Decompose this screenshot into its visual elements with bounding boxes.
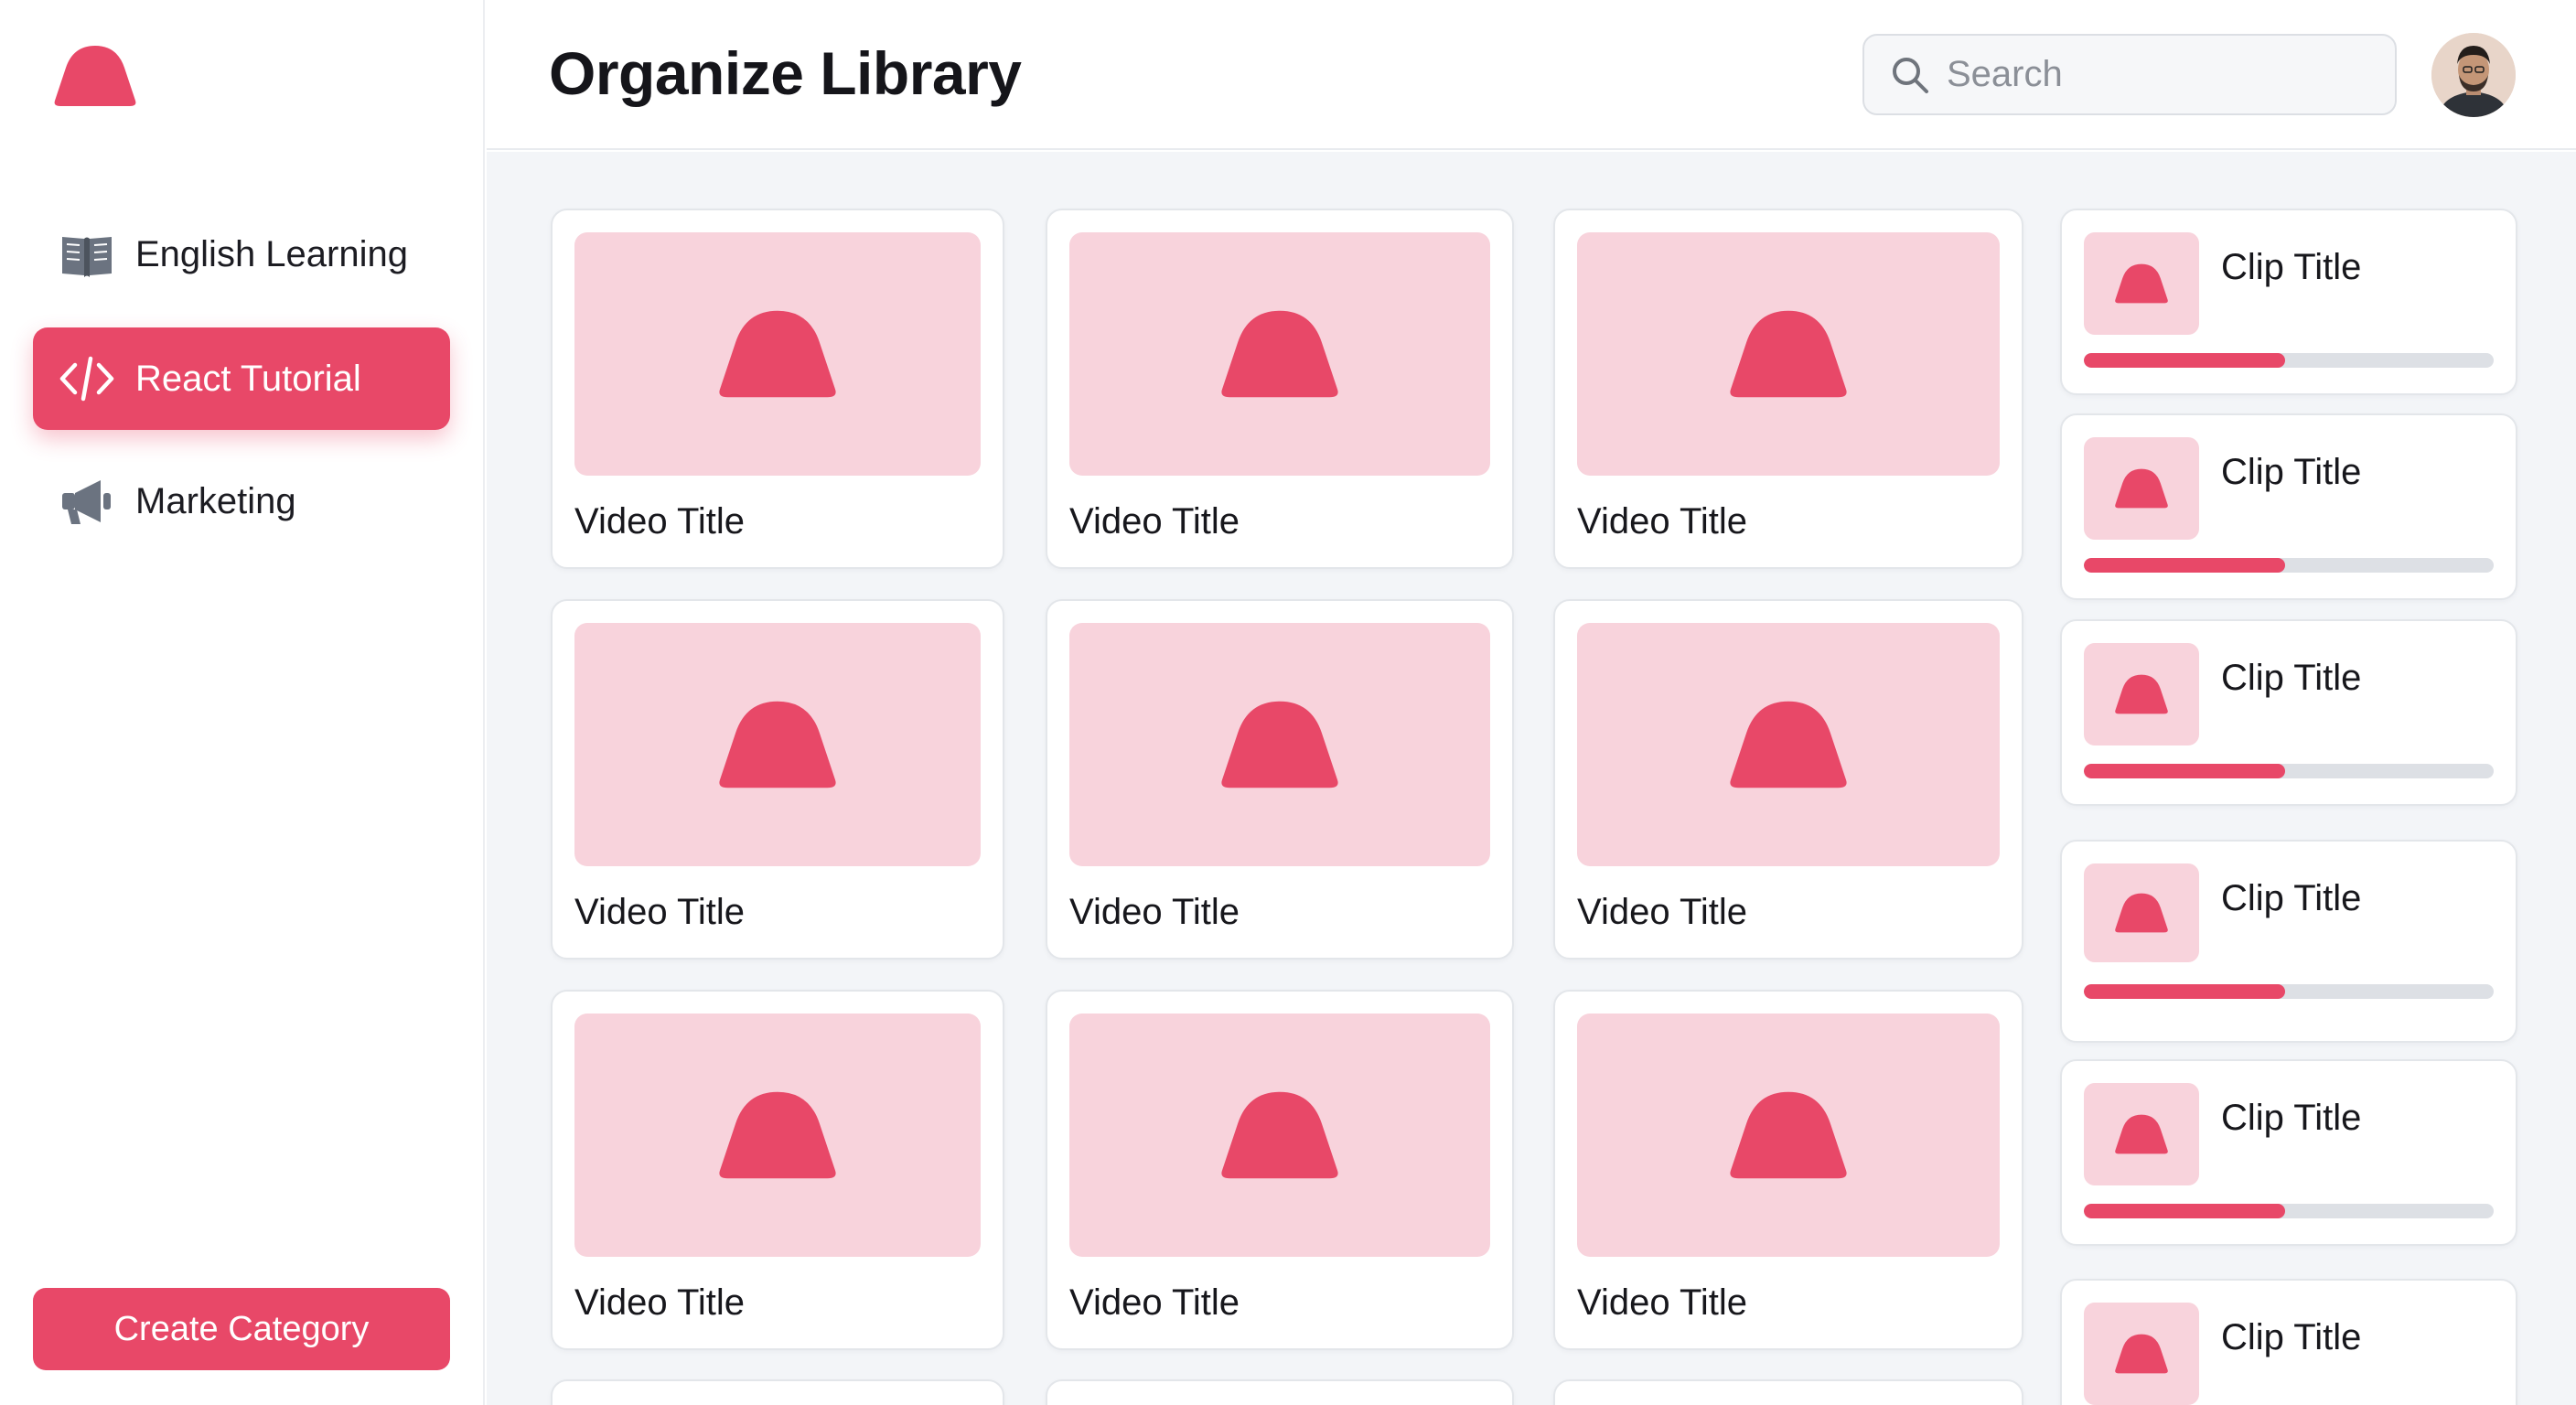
video-thumbnail bbox=[1069, 232, 1490, 476]
helmet-placeholder-icon bbox=[2115, 1334, 2168, 1374]
clip-card[interactable]: Clip Title bbox=[2060, 209, 2517, 395]
video-title: Video Title bbox=[1069, 1282, 1240, 1323]
video-card-partial[interactable] bbox=[1553, 1379, 2023, 1405]
helmet-placeholder-icon bbox=[2115, 263, 2168, 304]
video-thumbnail bbox=[1069, 1014, 1490, 1257]
search-icon bbox=[1888, 53, 1932, 97]
video-thumbnail bbox=[1577, 1014, 2000, 1257]
video-thumbnail bbox=[574, 1014, 981, 1257]
clip-progress-fill bbox=[2084, 353, 2285, 368]
video-title: Video Title bbox=[1069, 501, 1240, 542]
clip-thumbnail bbox=[2084, 643, 2199, 745]
clip-thumbnail bbox=[2084, 863, 2199, 962]
clip-progress-bar bbox=[2084, 558, 2494, 573]
video-card[interactable]: Video Title bbox=[1553, 599, 2023, 960]
video-title: Video Title bbox=[1577, 892, 1748, 932]
sidebar-item-react-tutorial[interactable]: React Tutorial bbox=[33, 327, 450, 430]
clip-thumbnail bbox=[2084, 1303, 2199, 1405]
video-card-partial[interactable] bbox=[1046, 1379, 1514, 1405]
video-card-partial[interactable] bbox=[551, 1379, 1004, 1405]
video-title: Video Title bbox=[1577, 1282, 1748, 1323]
video-card[interactable]: Video Title bbox=[1046, 990, 1514, 1350]
video-card[interactable]: Video Title bbox=[551, 599, 1004, 960]
clip-progress-bar bbox=[2084, 353, 2494, 368]
page-title: Organize Library bbox=[549, 39, 1022, 107]
clip-progress-fill bbox=[2084, 984, 2285, 999]
helmet-logo-icon[interactable] bbox=[49, 42, 141, 108]
create-category-button[interactable]: Create Category bbox=[33, 1288, 450, 1370]
sidebar-item-label: Marketing bbox=[135, 480, 296, 521]
sidebar: English Learning React Tutorial Marketin… bbox=[0, 0, 485, 1405]
clip-card[interactable]: Clip Title bbox=[2060, 413, 2517, 600]
avatar[interactable] bbox=[2431, 33, 2516, 117]
helmet-placeholder-icon bbox=[1221, 310, 1338, 398]
sidebar-item-label: React Tutorial bbox=[135, 358, 361, 399]
header: Organize Library bbox=[487, 0, 2576, 150]
video-title: Video Title bbox=[574, 892, 746, 932]
video-title: Video Title bbox=[1577, 501, 1748, 542]
video-thumbnail bbox=[574, 232, 981, 476]
open-book-icon bbox=[59, 226, 115, 283]
clip-title: Clip Title bbox=[2221, 1317, 2362, 1357]
helmet-placeholder-icon bbox=[719, 310, 836, 398]
search-box[interactable] bbox=[1862, 34, 2397, 115]
helmet-placeholder-icon bbox=[2115, 893, 2168, 933]
clip-title: Clip Title bbox=[2221, 658, 2362, 698]
helmet-placeholder-icon bbox=[719, 1091, 836, 1179]
sidebar-item-label: English Learning bbox=[135, 233, 408, 274]
video-card[interactable]: Video Title bbox=[1553, 209, 2023, 569]
clip-title: Clip Title bbox=[2221, 1098, 2362, 1138]
video-thumbnail bbox=[1577, 623, 2000, 866]
clip-thumbnail bbox=[2084, 1083, 2199, 1185]
video-title: Video Title bbox=[574, 501, 746, 542]
clip-card[interactable]: Clip Title bbox=[2060, 840, 2517, 1043]
clip-progress-fill bbox=[2084, 764, 2285, 778]
megaphone-icon bbox=[59, 473, 115, 530]
clip-title: Clip Title bbox=[2221, 247, 2362, 287]
video-thumbnail bbox=[1577, 232, 2000, 476]
clip-progress-bar bbox=[2084, 984, 2494, 999]
clip-progress-fill bbox=[2084, 1204, 2285, 1218]
helmet-placeholder-icon bbox=[2115, 468, 2168, 509]
video-thumbnail bbox=[574, 623, 981, 866]
video-card[interactable]: Video Title bbox=[1046, 209, 1514, 569]
helmet-placeholder-icon bbox=[1730, 310, 1847, 398]
clip-title: Clip Title bbox=[2221, 452, 2362, 492]
helmet-placeholder-icon bbox=[2115, 1114, 2168, 1154]
clip-progress-bar bbox=[2084, 1204, 2494, 1218]
search-input[interactable] bbox=[1947, 54, 2386, 95]
clip-thumbnail bbox=[2084, 232, 2199, 335]
helmet-placeholder-icon bbox=[1221, 701, 1338, 788]
helmet-placeholder-icon bbox=[1221, 1091, 1338, 1179]
clip-card[interactable]: Clip Title bbox=[2060, 1279, 2517, 1405]
video-title: Video Title bbox=[1069, 892, 1240, 932]
video-card[interactable]: Video Title bbox=[1553, 990, 2023, 1350]
helmet-placeholder-icon bbox=[1730, 701, 1847, 788]
video-thumbnail bbox=[1069, 623, 1490, 866]
video-card[interactable]: Video Title bbox=[551, 990, 1004, 1350]
library-content: Video Title Video Title Video Title Video T… bbox=[487, 152, 2576, 1405]
video-card[interactable]: Video Title bbox=[551, 209, 1004, 569]
clip-progress-bar bbox=[2084, 764, 2494, 778]
sidebar-item-marketing[interactable]: Marketing bbox=[33, 450, 450, 552]
helmet-placeholder-icon bbox=[1730, 1091, 1847, 1179]
clip-title: Clip Title bbox=[2221, 878, 2362, 918]
clip-thumbnail bbox=[2084, 437, 2199, 540]
clip-card[interactable]: Clip Title bbox=[2060, 619, 2517, 806]
clip-progress-fill bbox=[2084, 558, 2285, 573]
clip-card[interactable]: Clip Title bbox=[2060, 1059, 2517, 1246]
helmet-placeholder-icon bbox=[2115, 674, 2168, 714]
code-icon bbox=[59, 350, 115, 407]
sidebar-item-english-learning[interactable]: English Learning bbox=[33, 203, 450, 306]
video-card[interactable]: Video Title bbox=[1046, 599, 1514, 960]
video-title: Video Title bbox=[574, 1282, 746, 1323]
app-root: English Learning React Tutorial Marketin… bbox=[0, 0, 2576, 1405]
helmet-placeholder-icon bbox=[719, 701, 836, 788]
